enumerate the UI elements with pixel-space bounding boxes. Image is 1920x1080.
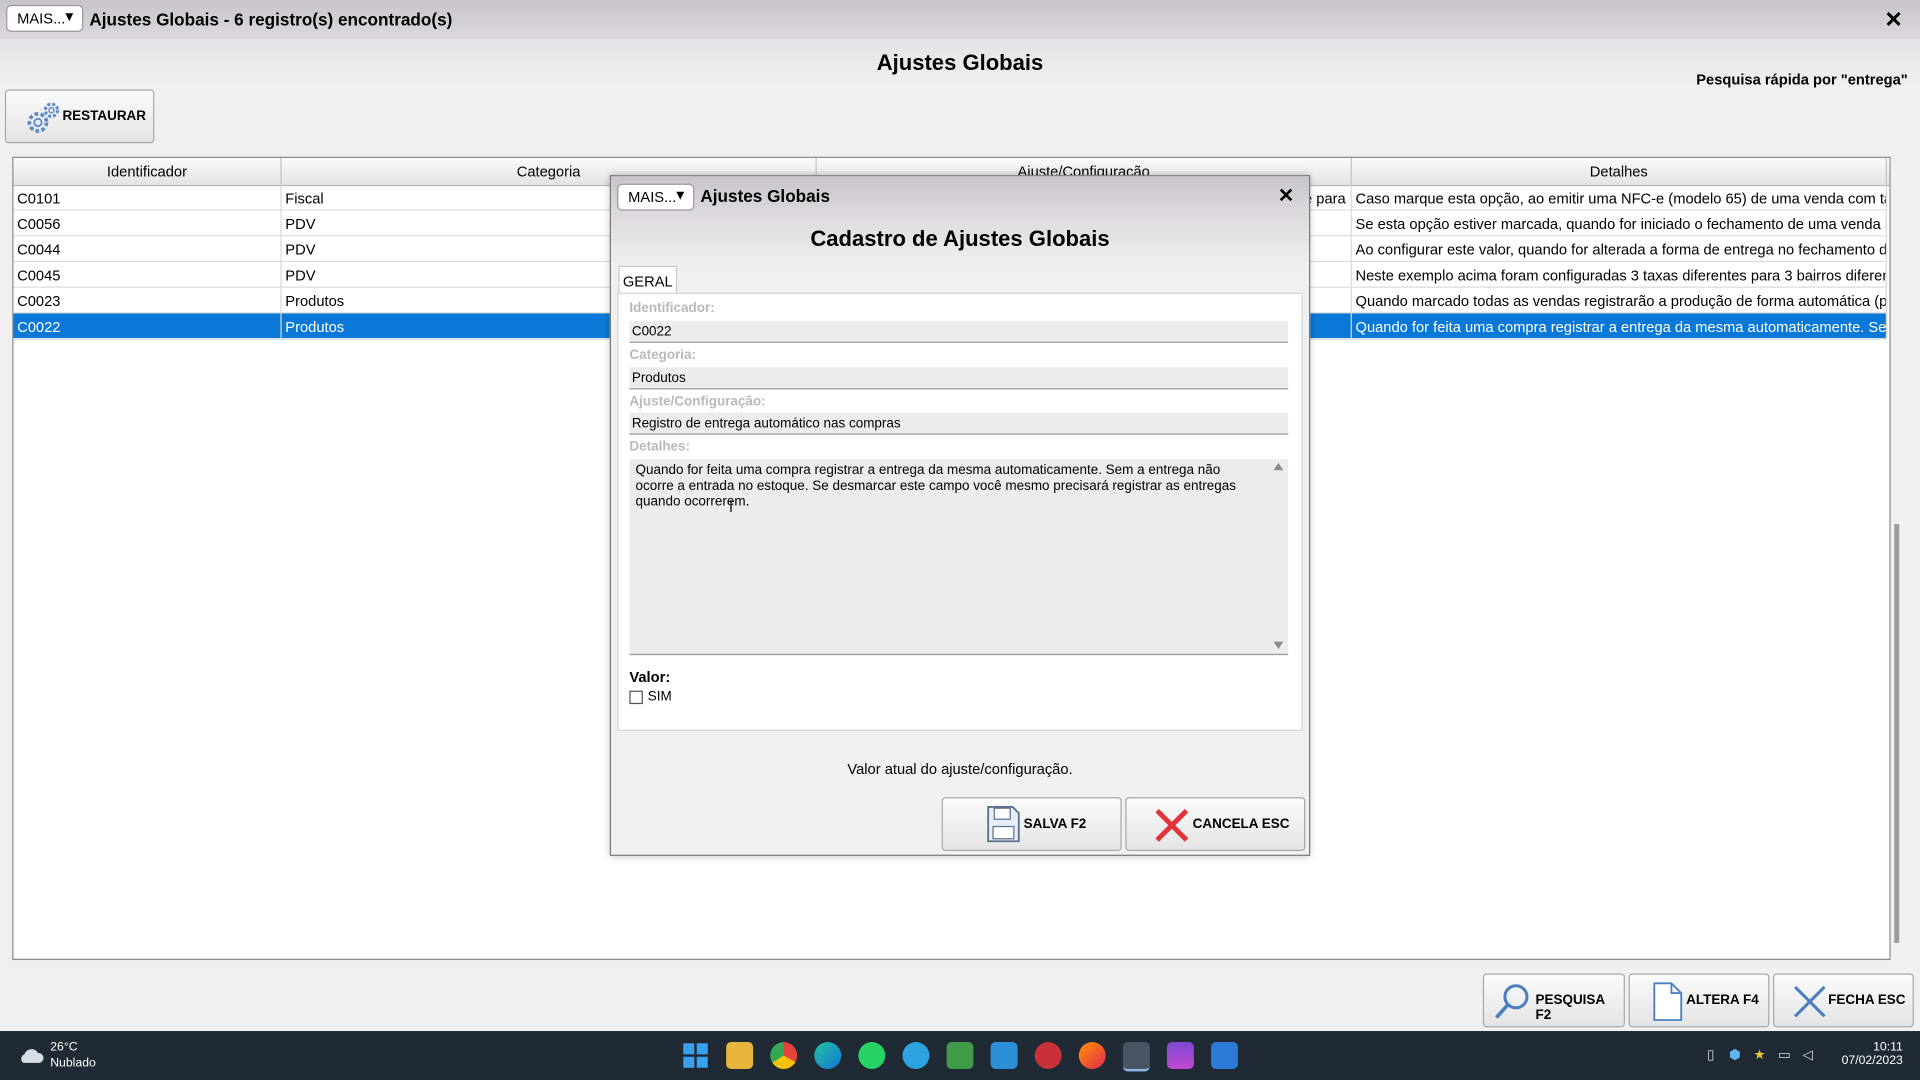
edit-label: ALTERA F4 — [1686, 993, 1759, 1008]
chrome-icon[interactable] — [770, 1042, 798, 1069]
cell-details: Neste exemplo acima foram configuradas 3… — [1352, 262, 1887, 287]
floppy-disk-icon — [987, 806, 1020, 843]
vertical-scrollbar[interactable] — [1894, 524, 1900, 943]
spreadsheet-icon[interactable] — [946, 1042, 974, 1069]
clock-date: 07/02/2023 — [1841, 1054, 1903, 1068]
column-header-details[interactable]: Detalhes — [1352, 157, 1887, 185]
identifier-label: Identificador: — [629, 301, 715, 316]
cloud-icon — [21, 1049, 44, 1063]
text-cursor-icon: I — [728, 495, 734, 516]
form-panel: Identificador: C0022 Categoria: Produtos… — [617, 292, 1303, 732]
category-field[interactable]: Produtos — [629, 367, 1289, 390]
clock[interactable]: 10:11 07/02/2023 — [1842, 1041, 1903, 1068]
save-button[interactable]: SALVA F2 — [941, 797, 1122, 852]
close-icon — [1794, 985, 1826, 1018]
dialog-title: Ajustes Globais — [700, 186, 830, 206]
close-button[interactable]: FECHA ESC — [1773, 973, 1914, 1028]
details-scrollbar[interactable] — [1269, 459, 1289, 652]
windows-start-icon[interactable] — [682, 1042, 709, 1069]
dialog-more-menu-label: MAIS... — [628, 188, 677, 206]
dialog-heading: Cadastro de Ajustes Globais — [810, 226, 1110, 252]
cell-identifier: C0056 — [13, 210, 282, 236]
quick-search-text: Pesquisa rápida por "entrega" — [1696, 71, 1908, 89]
close-label: FECHA ESC — [1828, 993, 1906, 1008]
cancel-label: CANCELA ESC — [1192, 816, 1290, 832]
tab-geral[interactable]: GERAL — [618, 265, 678, 293]
file-explorer-icon[interactable] — [726, 1042, 754, 1069]
app-icon[interactable] — [1166, 1042, 1194, 1069]
category-label: Categoria: — [629, 347, 697, 363]
notepad-icon[interactable] — [1211, 1042, 1238, 1069]
page-title: Ajustes Globais — [876, 50, 1044, 75]
cell-details: Caso marque esta opção, ao emitir uma NF… — [1352, 184, 1887, 210]
dialog-close-icon[interactable]: ✕ — [1278, 184, 1294, 208]
tray-icon[interactable]: ▯ — [1707, 1047, 1714, 1063]
details-textarea[interactable]: Quando for feita uma compra registrar a … — [629, 459, 1289, 656]
window-close-icon[interactable]: ✕ — [1884, 7, 1902, 33]
restore-label: RESTAURAR — [62, 108, 147, 124]
value-label: Valor: — [629, 668, 671, 686]
edit-button[interactable]: ALTERA F4 — [1628, 973, 1770, 1028]
cancel-button[interactable]: CANCELA ESC — [1125, 797, 1306, 852]
cell-identifier: C0045 — [13, 262, 282, 287]
setting-field[interactable]: Registro de entrega automático nas compr… — [629, 412, 1289, 435]
gear-icon — [27, 102, 60, 133]
dropdown-arrow-icon: ▼ — [673, 188, 687, 204]
network-icon[interactable]: ▭ — [1778, 1047, 1791, 1063]
document-icon — [1653, 982, 1683, 1021]
more-menu-button[interactable]: MAIS... ▼ — [6, 4, 84, 32]
value-checkbox-label[interactable]: SIM — [648, 689, 672, 704]
value-hint: Valor atual do ajuste/configuração. — [847, 760, 1073, 778]
search-icon — [1494, 984, 1529, 1019]
details-label: Detalhes: — [629, 439, 691, 455]
weather-temperature: 26°C — [50, 1040, 78, 1055]
dropdown-arrow-icon: ▼ — [62, 9, 76, 25]
app-icon[interactable] — [1034, 1042, 1062, 1069]
identifier-field[interactable]: C0022 — [629, 320, 1289, 343]
cell-details: Quando marcado todas as vendas registrar… — [1352, 287, 1887, 313]
setting-label: Ajuste/Configuração: — [629, 394, 766, 409]
window-title: Ajustes Globais - 6 registro(s) encontra… — [89, 9, 453, 30]
clock-time: 10:11 — [1873, 1040, 1903, 1055]
cell-identifier: C0023 — [13, 287, 282, 313]
search-button[interactable]: PESQUISA F2 — [1482, 973, 1625, 1028]
security-icon[interactable]: ⬢ — [1729, 1047, 1741, 1063]
cell-identifier: C0022 — [13, 313, 282, 338]
column-header-identifier[interactable]: Identificador — [13, 157, 282, 185]
restore-button[interactable]: RESTAURAR — [4, 89, 155, 144]
volume-icon[interactable]: ◁ — [1802, 1047, 1812, 1063]
cell-identifier: C0044 — [13, 236, 282, 261]
cell-identifier: C0101 — [13, 184, 282, 210]
cell-details: Se esta opção estiver marcada, quando fo… — [1352, 210, 1887, 236]
value-checkbox[interactable] — [629, 690, 643, 705]
cell-details: Ao configurar este valor, quando for alt… — [1352, 236, 1887, 261]
active-app-icon[interactable] — [1122, 1042, 1150, 1072]
cell-details: Quando for feita uma compra registrar a … — [1352, 313, 1887, 338]
tray-icon[interactable]: ★ — [1753, 1047, 1765, 1063]
app-icon[interactable] — [990, 1042, 1018, 1069]
settings-dialog: MAIS... ▼ Ajustes Globais ✕ Cadastro de … — [609, 175, 1311, 856]
more-menu-label: MAIS... — [17, 9, 66, 27]
search-label: PESQUISA F2 — [1535, 993, 1605, 1023]
firefox-icon[interactable] — [1078, 1042, 1106, 1069]
edge-icon[interactable] — [814, 1042, 842, 1069]
weather-description: Nublado — [50, 1056, 96, 1071]
save-label: SALVA F2 — [1023, 816, 1087, 832]
cancel-x-icon — [1155, 808, 1189, 842]
taskbar: 26°C Nublado ▯ ⬢ ★ ▭ ◁ 10:11 07/02/2023 — [0, 1031, 1920, 1080]
whatsapp-icon[interactable] — [858, 1042, 886, 1069]
telegram-icon[interactable] — [902, 1042, 930, 1069]
dialog-more-menu-button[interactable]: MAIS... ▼ — [617, 183, 695, 211]
